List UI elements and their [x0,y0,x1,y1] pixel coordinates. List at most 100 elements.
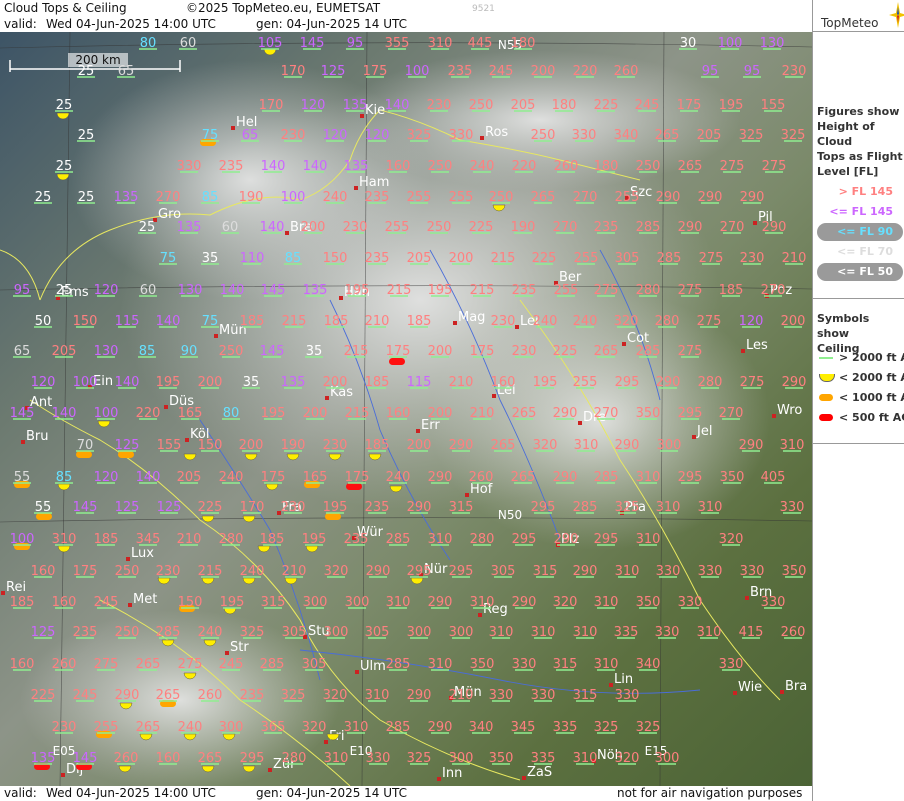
cloud-top-value: 165 [303,470,328,485]
city-label[interactable]: Ros [485,125,508,140]
cloud-top-value: 310 [489,625,514,640]
map-view[interactable]: 200 km N55 N50 E05 E10 E15 Hel Kie Ros Ham Szc Gr… [0,32,812,786]
city-marker [522,776,526,780]
cloud-top-value: 290 [407,500,432,515]
cloud-top-value: 265 [198,751,223,766]
cloud-top-value: 285 [636,220,661,235]
city-label[interactable]: Rei [6,580,26,595]
city-label[interactable]: Lux [131,546,154,561]
cloud-top-value: 210 [449,375,474,390]
cloud-top-value: 180 [594,159,619,174]
cloud-top-value: 300 [449,625,474,640]
cloud-top-value: 310 [615,564,640,579]
cloud-top-value: 185 [10,595,35,610]
cloud-top-value: 330 [449,128,474,143]
cloud-top-value: 235 [594,220,619,235]
cloud-top-value: 55 [14,470,31,485]
cloud-top-value: 290 [656,190,681,205]
cloud-top-value: 310 [428,36,453,51]
cloud-top-value: 210 [470,406,495,421]
city-label[interactable]: Wie [738,680,762,695]
cloud-top-value: 150 [178,595,203,610]
cloud-top-value: 260 [198,688,223,703]
cloud-top-value: 235 [365,251,390,266]
cloud-top-value: 235 [73,625,98,640]
cloud-top-value: 275 [762,159,787,174]
cloud-top-value: 160 [52,595,77,610]
cloud-top-value: 135 [177,220,202,235]
cloud-top-value: 105 [258,36,283,51]
city-marker [285,231,289,235]
cloud-top-value: 275 [720,159,745,174]
cloud-top-value: 250 [115,564,140,579]
city-label[interactable]: Ulm [360,659,386,674]
pill-symbol-icon [819,394,833,401]
cloud-top-value: 270 [720,220,745,235]
cloud-top-value: 185 [260,532,285,547]
cloud-top-value: 200 [301,220,326,235]
cloud-top-value: 290 [428,470,453,485]
cloud-top-value: 230 [740,251,765,266]
city-label[interactable]: Met [133,592,157,607]
cloud-top-value: 140 [156,314,181,329]
cloud-top-value: 330 [615,688,640,703]
cloud-top-value: 415 [739,625,764,640]
cloud-top-value: 135 [31,751,56,766]
cloud-top-value: 300 [303,595,328,610]
cloud-top-value: 130 [94,344,119,359]
cloud-top-value: 310 [698,500,723,515]
cloud-top-value: 330 [740,564,765,579]
city-label[interactable]: Lin [614,672,633,687]
cloud-top-value: 60 [222,220,239,235]
footer-generated-time: gen: 04-Jun-2025 14 UTC [256,786,408,800]
city-label[interactable]: Inn [442,766,462,781]
cloud-top-value: 145 [73,751,98,766]
cloud-top-value: 285 [594,470,619,485]
cloud-top-value: 270 [156,190,181,205]
cloud-top-value: 290 [449,438,474,453]
ceiling-legend-label: < 2000 ft AGL [839,371,904,384]
cloud-top-value: 355 [385,36,410,51]
cloud-top-value: 210 [282,564,307,579]
cloud-top-value: 120 [94,283,119,298]
cloud-top-value: 130 [760,36,785,51]
cloud-top-value: 170 [240,500,265,515]
city-label[interactable]: Mag [458,310,485,325]
city-label[interactable]: Ham [359,175,389,190]
city-marker [126,557,130,561]
cloud-top-value: 130 [178,283,203,298]
cloud-top-value: 85 [139,344,156,359]
cloud-top-value: 200 [303,406,328,421]
cloud-top-value: 250 [428,159,453,174]
city-marker [772,414,776,418]
cloud-top-value: 325 [636,720,661,735]
city-label[interactable]: Wro [777,403,802,418]
cloud-top-value: 180 [511,36,536,51]
copyright: ©2025 TopMeteo.eu, EUMETSAT [186,1,381,15]
city-label[interactable]: Kie [365,103,385,118]
cloud-top-value: 310 [594,595,619,610]
cloud-top-value: 175 [677,98,702,113]
city-label[interactable]: Bru [26,429,49,444]
cloud-top-value: 145 [10,406,35,421]
cloud-top-value: 215 [491,251,516,266]
city-marker [622,342,626,346]
cloud-top-value: 235 [365,500,390,515]
cloud-top-value: 310 [573,625,598,640]
cloud-top-value: 135 [281,375,306,390]
cloud-top-value: 145 [300,36,325,51]
cloud-top-value: 230 [427,98,452,113]
cloud-top-value: 195 [345,283,370,298]
city-label[interactable]: Jel [696,424,712,439]
city-label[interactable]: ZaS [527,765,552,780]
city-label[interactable]: Bra [785,679,807,694]
divider [813,443,904,444]
ceiling-symbol [201,515,215,523]
cloud-top-value: 210 [782,251,807,266]
cloud-top-value: 200 [198,375,223,390]
flight-level-item: > FL 145 [817,183,903,201]
city-label[interactable]: Str [230,640,249,655]
cloud-top-value: 330 [719,657,744,672]
city-label[interactable]: Les [746,338,768,353]
cloud-top-value: 205 [177,470,202,485]
